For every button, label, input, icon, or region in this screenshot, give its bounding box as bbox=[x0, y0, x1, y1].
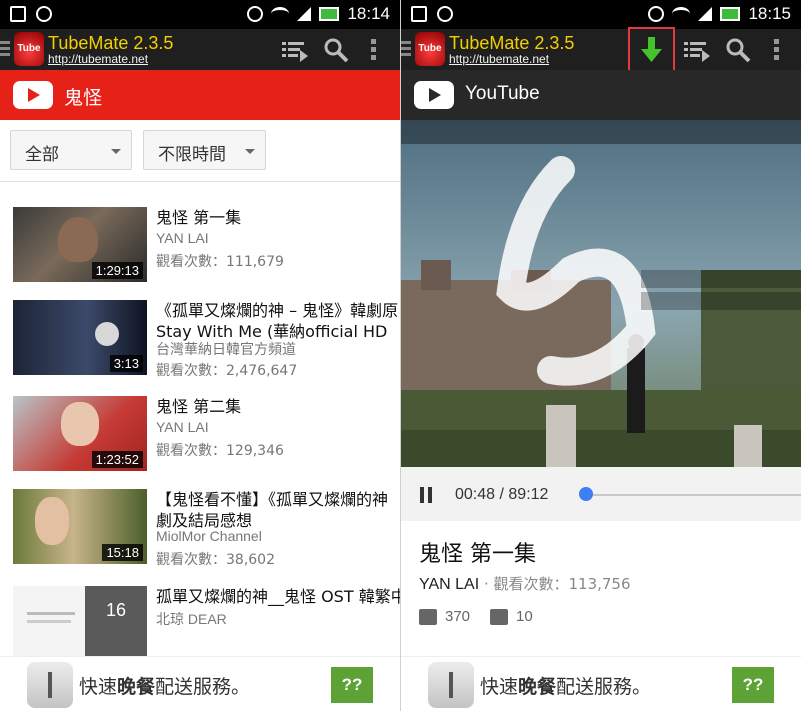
video-meta: YAN LAI · 觀看次數：113,756 bbox=[419, 575, 631, 593]
status-bar: 18:15 bbox=[401, 0, 801, 29]
image-icon bbox=[411, 6, 427, 22]
fork-icon bbox=[428, 662, 474, 708]
search-icon[interactable] bbox=[724, 36, 752, 64]
right-screen: 18:15 Tube M TubeMate 2.3.5 http://tubem… bbox=[401, 0, 801, 711]
battery-icon bbox=[319, 7, 340, 21]
youtube-play-icon bbox=[414, 81, 454, 109]
ad-text: 快速晚餐配送服務。 bbox=[79, 676, 251, 698]
player-controls: 00:48 / 89:12 bbox=[401, 467, 801, 521]
thumbs-up-icon[interactable] bbox=[419, 608, 437, 625]
youtube-label: YouTube bbox=[465, 83, 540, 104]
video-title: 鬼怪 第一集 bbox=[419, 542, 536, 567]
wifi-icon bbox=[672, 7, 691, 21]
alarm-icon bbox=[247, 6, 264, 22]
view-count: 觀看次數：111,679 bbox=[156, 254, 284, 270]
ad-action-button[interactable]: ?? bbox=[732, 667, 774, 703]
dislike-count: 10 bbox=[516, 608, 533, 625]
sync-icon bbox=[437, 6, 453, 22]
pause-button[interactable] bbox=[420, 487, 434, 503]
download-arrow-icon bbox=[641, 37, 662, 62]
video-thumbnail[interactable]: 1:23:52 bbox=[13, 396, 147, 471]
playlist-icon[interactable] bbox=[682, 36, 710, 64]
channel-name: YAN LAI bbox=[156, 419, 209, 435]
video-thumbnail[interactable]: 15:18 bbox=[13, 489, 147, 564]
alarm-icon bbox=[648, 6, 665, 22]
app-bar: Tube M TubeMate 2.3.5 http://tubemate.ne… bbox=[0, 29, 400, 88]
app-url-link[interactable]: http://tubemate.net bbox=[48, 52, 148, 66]
search-query-title: 鬼怪 bbox=[64, 88, 103, 109]
youtube-play-icon bbox=[13, 81, 53, 109]
video-thumbnail[interactable]: 3:13 bbox=[13, 300, 147, 375]
seek-handle[interactable] bbox=[578, 487, 593, 501]
seek-bar[interactable] bbox=[584, 494, 801, 496]
view-count: 觀看次數：129,346 bbox=[156, 443, 284, 459]
signal-icon bbox=[698, 7, 713, 21]
duration-badge: 15:18 bbox=[102, 544, 143, 561]
list-item[interactable]: 15:18 【鬼怪看不懂】《孤單又燦爛的神 劇及結局感想 MiolMor Cha… bbox=[0, 489, 400, 574]
search-icon[interactable] bbox=[322, 36, 350, 64]
like-count: 370 bbox=[445, 608, 471, 625]
list-item[interactable]: 3:13 《孤單又燦爛的神 – 鬼怪》韓劇原 Stay With Me (華納o… bbox=[0, 300, 400, 385]
fork-icon bbox=[27, 662, 73, 708]
playback-time: 00:48 / 89:12 bbox=[455, 486, 549, 503]
app-title: TubeMate 2.3.5 bbox=[48, 33, 174, 53]
left-screen: 18:14 Tube M TubeMate 2.3.5 http://tubem… bbox=[0, 0, 400, 711]
video-thumbnail[interactable]: 1:29:13 bbox=[13, 207, 147, 282]
ad-banner[interactable]: 快速晚餐配送服務。 ?? bbox=[401, 656, 801, 711]
video-title[interactable]: 鬼怪 第二集 bbox=[156, 396, 400, 417]
duration-badge: 1:29:13 bbox=[91, 262, 143, 279]
tubemate-logo: Tube M bbox=[415, 32, 445, 88]
signal-icon bbox=[297, 7, 312, 21]
video-title[interactable]: 【鬼怪看不懂】《孤單又燦爛的神 劇及結局感想 bbox=[156, 489, 400, 531]
rating-row: 370 10 bbox=[419, 608, 533, 625]
video-title[interactable]: 鬼怪 第一集 bbox=[156, 207, 400, 228]
youtube-header: YouTube bbox=[401, 70, 801, 120]
filter-bar: 全部 不限時間 bbox=[0, 120, 400, 182]
list-item[interactable]: 1:29:13 鬼怪 第一集 YAN LAI 觀看次數：111,679 bbox=[0, 207, 400, 292]
drawer-handle-icon[interactable] bbox=[0, 41, 10, 59]
playlist-icon[interactable] bbox=[280, 36, 308, 64]
video-title[interactable]: 孤單又燦爛的神__鬼怪 OST 韓繁中 bbox=[156, 586, 400, 607]
ad-banner[interactable]: 快速晚餐配送服務。 ?? bbox=[0, 656, 400, 711]
youtube-header: 鬼怪 bbox=[0, 70, 400, 120]
duration-badge: 3:13 bbox=[109, 355, 143, 372]
view-count: 觀看次數：2,476,647 bbox=[156, 363, 298, 379]
duration-badge: 1:23:52 bbox=[91, 451, 143, 468]
view-count: 觀看次數：38,602 bbox=[156, 552, 275, 568]
wifi-icon bbox=[271, 7, 290, 21]
ad-text: 快速晚餐配送服務。 bbox=[480, 676, 652, 698]
video-title[interactable]: 《孤單又燦爛的神 – 鬼怪》韓劇原 Stay With Me (華納offici… bbox=[156, 300, 400, 342]
battery-icon bbox=[720, 7, 741, 21]
overflow-menu-icon[interactable] bbox=[769, 36, 783, 64]
thumbs-down-icon[interactable] bbox=[490, 608, 509, 625]
image-icon bbox=[10, 6, 26, 22]
view-count: 觀看次數：113,756 bbox=[493, 575, 631, 593]
list-item[interactable]: 1:23:52 鬼怪 第二集 YAN LAI 觀看次數：129,346 bbox=[0, 396, 400, 481]
status-bar: 18:14 bbox=[0, 0, 400, 29]
type-filter-dropdown[interactable]: 全部 bbox=[10, 130, 132, 170]
playlist-count: 16 bbox=[105, 600, 127, 620]
video-frame bbox=[401, 120, 801, 467]
app-bar: Tube M TubeMate 2.3.5 http://tubemate.ne… bbox=[401, 27, 801, 88]
channel-name: YAN LAI bbox=[156, 230, 209, 246]
status-time: 18:15 bbox=[748, 4, 791, 23]
overflow-menu-icon[interactable] bbox=[366, 36, 380, 64]
sync-icon bbox=[36, 6, 52, 22]
download-button[interactable] bbox=[628, 27, 675, 72]
app-title: TubeMate 2.3.5 bbox=[449, 33, 575, 53]
channel-name[interactable]: YAN LAI bbox=[419, 576, 479, 593]
status-time: 18:14 bbox=[347, 4, 390, 23]
time-filter-dropdown[interactable]: 不限時間 bbox=[143, 130, 266, 170]
channel-name: 台灣華納日韓官方頻道 bbox=[156, 341, 296, 357]
video-player[interactable] bbox=[401, 120, 801, 467]
channel-name: MiolMor Channel bbox=[156, 528, 262, 544]
video-thumbnail[interactable]: 16 bbox=[13, 586, 147, 661]
app-url-link[interactable]: http://tubemate.net bbox=[449, 52, 549, 66]
drawer-handle-icon[interactable] bbox=[401, 41, 411, 59]
ad-action-button[interactable]: ?? bbox=[331, 667, 373, 703]
tubemate-logo: Tube M bbox=[14, 32, 44, 88]
channel-name: 北琼 DEAR bbox=[156, 611, 227, 627]
